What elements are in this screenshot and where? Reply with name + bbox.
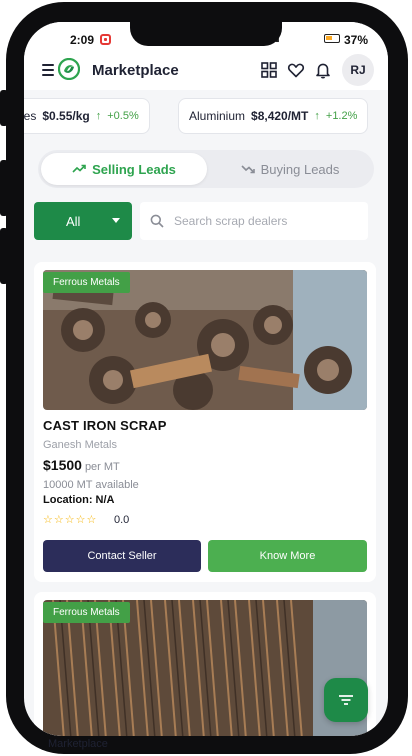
trend-up-icon: ↑ xyxy=(314,110,320,122)
screen-record-icon xyxy=(100,34,111,45)
search-input[interactable] xyxy=(174,214,354,228)
ticker-change: +1.2% xyxy=(325,110,358,122)
phone-frame: 2:09 ⊘ ⚇ ⁂ ▲ ◥ ▮▮▮ 37% Marketplace xyxy=(0,0,412,756)
price-unit: per MT xyxy=(84,461,120,473)
grid-icon[interactable] xyxy=(260,61,278,79)
status-time: 2:09 xyxy=(70,33,95,47)
listing-card[interactable]: Ferrous Metals CAST IRON SCRAP Ganesh Me… xyxy=(34,262,376,582)
seller-name: Ganesh Metals xyxy=(43,439,117,451)
page-title: Marketplace xyxy=(92,62,179,79)
phone-side-button xyxy=(0,228,8,284)
logo-icon xyxy=(58,58,80,80)
filter-fab-button[interactable] xyxy=(324,678,368,722)
battery-percent: 37% xyxy=(344,33,369,47)
phone-notch xyxy=(130,22,282,46)
tab-selling-leads[interactable]: Selling Leads xyxy=(41,153,207,185)
category-badge: Ferrous Metals xyxy=(43,602,130,623)
location: Location: N/A xyxy=(43,494,115,506)
lead-tabs: Selling Leads Buying Leads xyxy=(38,150,374,188)
search-box xyxy=(140,202,368,240)
menu-icon[interactable] xyxy=(42,64,54,76)
avatar[interactable]: RJ xyxy=(342,54,374,86)
bottom-nav: Marketplace xyxy=(0,738,412,756)
ticker-item[interactable]: Aluminium $8,420/MT ↑ +1.2% xyxy=(178,98,369,134)
ticker-price: $0.55/kg xyxy=(42,109,90,123)
ticker-name: akes xyxy=(24,109,37,123)
category-badge: Ferrous Metals xyxy=(43,272,130,293)
bell-icon[interactable] xyxy=(314,61,332,79)
availability: 10000 MT available xyxy=(43,479,139,491)
star-rating-icon: ☆☆☆☆☆ xyxy=(43,514,98,526)
battery-icon xyxy=(324,34,340,43)
category-select[interactable]: All xyxy=(34,202,132,240)
trend-up-icon: ↑ xyxy=(95,110,102,122)
listing-title: CAST IRON SCRAP xyxy=(43,418,167,433)
trending-down-icon xyxy=(241,165,255,174)
tab-label: Buying Leads xyxy=(260,161,340,177)
know-more-button[interactable]: Know More xyxy=(208,540,367,572)
search-icon xyxy=(150,214,164,228)
heart-icon[interactable] xyxy=(287,61,305,79)
category-select-value: All xyxy=(66,213,81,229)
caret-down-icon xyxy=(112,218,120,223)
app-header: Marketplace RJ xyxy=(24,52,388,90)
ticker-change: +0.5% xyxy=(107,110,139,122)
rating-value: 0.0 xyxy=(114,514,130,526)
ticker-price: $8,420/MT xyxy=(251,109,309,123)
tab-label: Selling Leads xyxy=(92,161,176,177)
listing-price: $1500 per MT xyxy=(43,457,120,473)
price-ticker: akes $0.55/kg ↑ +0.5% Aluminium $8,420/M… xyxy=(24,90,388,140)
phone-side-button xyxy=(0,90,8,126)
filter-icon xyxy=(339,695,353,705)
app-screen: 2:09 ⊘ ⚇ ⁂ ▲ ◥ ▮▮▮ 37% Marketplace xyxy=(24,22,388,736)
ticker-item[interactable]: akes $0.55/kg ↑ +0.5% xyxy=(24,98,150,134)
phone-side-button xyxy=(0,160,8,216)
tab-buying-leads[interactable]: Buying Leads xyxy=(209,153,371,185)
ticker-name: Aluminium xyxy=(189,109,246,123)
trending-up-icon xyxy=(72,164,86,173)
price-value: $1500 xyxy=(43,457,82,473)
contact-seller-button[interactable]: Contact Seller xyxy=(43,540,201,572)
nav-label[interactable]: Marketplace xyxy=(48,738,108,750)
